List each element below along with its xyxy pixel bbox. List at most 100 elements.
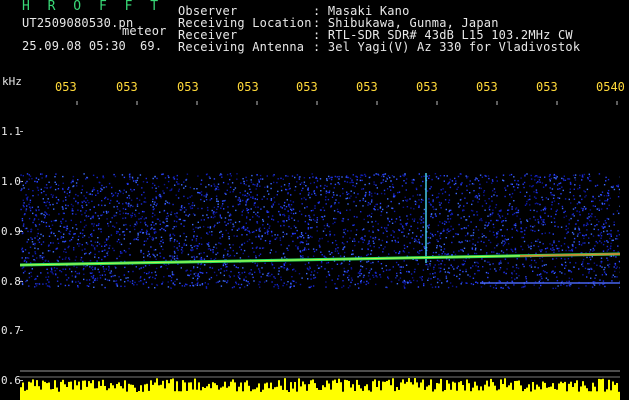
- noise-pixel: [617, 185, 619, 188]
- noise-pixel: [200, 179, 203, 181]
- noise-pixel: [393, 250, 396, 252]
- noise-pixel: [91, 223, 93, 225]
- noise-pixel: [304, 207, 306, 209]
- noise-pixel: [294, 232, 296, 235]
- noise-pixel: [529, 265, 531, 267]
- noise-pixel: [367, 215, 369, 217]
- noise-pixel: [394, 221, 397, 223]
- noise-pixel: [418, 252, 420, 255]
- noise-pixel: [291, 209, 293, 212]
- baseline-spike: [306, 390, 308, 400]
- noise-pixel: [208, 245, 210, 247]
- noise-pixel: [271, 273, 273, 276]
- noise-pixel: [214, 189, 216, 191]
- noise-pixel: [501, 235, 503, 237]
- noise-pixel: [49, 204, 51, 206]
- noise-pixel: [489, 215, 491, 217]
- file-name: UT2509080530.pn: [22, 16, 134, 30]
- noise-pixel: [97, 268, 99, 271]
- noise-pixel: [134, 228, 136, 231]
- noise-pixel: [313, 270, 316, 272]
- noise-pixel: [186, 173, 189, 175]
- baseline-spike: [56, 387, 58, 400]
- noise-pixel: [46, 200, 48, 203]
- noise-pixel: [66, 279, 68, 281]
- noise-pixel: [237, 275, 239, 277]
- noise-pixel: [30, 230, 32, 233]
- noise-pixel: [492, 209, 494, 211]
- noise-pixel: [432, 206, 434, 208]
- noise-pixel: [48, 225, 50, 227]
- noise-pixel: [200, 191, 203, 193]
- noise-pixel: [411, 237, 413, 239]
- noise-pixel: [433, 268, 435, 270]
- noise-pixel: [23, 202, 25, 204]
- noise-pixel: [305, 198, 307, 201]
- noise-pixel: [75, 256, 77, 258]
- noise-pixel: [90, 272, 92, 274]
- noise-pixel: [65, 229, 68, 231]
- noise-pixel: [46, 285, 49, 287]
- noise-pixel: [325, 234, 327, 236]
- noise-pixel: [326, 178, 328, 180]
- noise-pixel: [414, 203, 417, 205]
- noise-pixel: [587, 268, 589, 270]
- noise-pixel: [345, 197, 347, 200]
- noise-pixel: [311, 193, 313, 195]
- noise-pixel: [521, 236, 523, 239]
- noise-pixel: [144, 197, 146, 199]
- noise-pixel: [115, 280, 118, 282]
- baseline-spike: [456, 390, 458, 400]
- noise-pixel: [393, 236, 395, 238]
- noise-pixel: [486, 252, 488, 254]
- noise-pixel: [83, 235, 86, 237]
- noise-pixel: [470, 221, 472, 223]
- noise-pixel: [613, 188, 616, 191]
- noise-pixel: [566, 280, 568, 283]
- noise-pixel: [288, 244, 290, 247]
- noise-pixel: [515, 224, 517, 227]
- noise-pixel: [530, 264, 532, 266]
- noise-pixel: [107, 225, 110, 227]
- noise-pixel: [600, 235, 603, 237]
- noise-pixel: [155, 187, 157, 189]
- noise-pixel: [540, 219, 543, 221]
- noise-pixel: [127, 271, 130, 273]
- noise-pixel: [346, 175, 348, 177]
- noise-pixel: [290, 204, 293, 206]
- noise-pixel: [459, 173, 462, 175]
- noise-pixel: [550, 215, 552, 218]
- noise-pixel: [457, 175, 460, 178]
- noise-pixel: [183, 187, 185, 189]
- noise-pixel: [207, 248, 210, 250]
- noise-pixel: [230, 219, 232, 221]
- noise-pixel: [572, 233, 575, 235]
- noise-pixel: [456, 188, 458, 190]
- noise-pixel: [207, 243, 209, 246]
- noise-pixel: [147, 250, 150, 253]
- noise-pixel: [140, 251, 142, 253]
- noise-pixel: [535, 261, 537, 264]
- baseline-spike: [48, 382, 50, 400]
- noise-pixel: [467, 175, 469, 178]
- noise-pixel: [229, 254, 232, 257]
- noise-pixel: [520, 227, 523, 230]
- noise-pixel: [506, 185, 509, 187]
- noise-pixel: [429, 203, 432, 205]
- baseline-spike: [280, 385, 282, 400]
- noise-pixel: [544, 176, 546, 178]
- noise-pixel: [537, 181, 539, 183]
- noise-pixel: [375, 275, 377, 277]
- noise-pixel: [588, 270, 590, 272]
- baseline-spike: [204, 388, 206, 400]
- noise-pixel: [539, 257, 541, 259]
- noise-pixel: [186, 269, 188, 271]
- noise-pixel: [344, 251, 346, 254]
- noise-pixel: [21, 267, 23, 270]
- noise-pixel: [434, 173, 437, 175]
- noise-pixel: [609, 247, 612, 250]
- noise-pixel: [101, 284, 103, 286]
- noise-pixel: [216, 274, 218, 277]
- noise-pixel: [92, 277, 94, 279]
- noise-pixel: [81, 206, 84, 209]
